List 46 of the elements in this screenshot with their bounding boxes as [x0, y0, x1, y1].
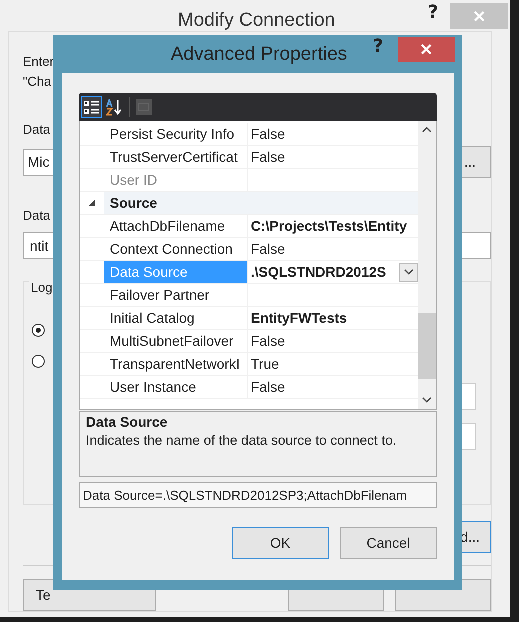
collapse-icon[interactable] [88, 199, 96, 207]
field-label: Data [23, 122, 50, 139]
field-label: Data [23, 208, 50, 225]
property-value[interactable]: EntityFWTests [251, 310, 348, 326]
property-value[interactable]: False [251, 149, 286, 165]
property-name[interactable]: User Instance [104, 376, 248, 398]
instruction-text: "Cha [23, 73, 52, 91]
help-button[interactable]: ? [373, 37, 384, 57]
property-value[interactable]: False [251, 241, 286, 257]
scroll-up-icon[interactable] [422, 127, 432, 133]
property-name[interactable]: Context Connection [104, 238, 248, 260]
property-name[interactable]: MultiSubnetFailover [104, 330, 248, 352]
property-name[interactable]: TransparentNetworkI [104, 353, 248, 375]
categorized-icon[interactable] [81, 96, 102, 118]
radio-button[interactable] [32, 324, 45, 337]
category-header[interactable]: Source [104, 192, 418, 214]
property-value[interactable]: True [251, 356, 280, 372]
instruction-text: Enter [23, 53, 54, 71]
dialog-button[interactable]: Cancel [340, 527, 437, 559]
help-button[interactable]: ? [428, 3, 438, 23]
scrollbar-thumb[interactable] [418, 313, 436, 379]
description-title: Data Source [86, 414, 168, 430]
connection-string-field[interactable]: Data Source=.\SQLSTNDRD2012SP3;AttachDbFilenam [79, 482, 437, 508]
property-name[interactable]: User ID [104, 169, 248, 191]
dropdown-button[interactable] [399, 262, 418, 282]
scrollbar[interactable] [418, 121, 436, 409]
window-title: Modify Connection [178, 10, 336, 32]
property-value[interactable]: C:\Projects\Tests\Entity [251, 218, 408, 234]
group-label: Log [29, 280, 55, 295]
chevron-down-icon[interactable] [404, 269, 414, 275]
close-icon[interactable] [421, 44, 432, 55]
close-button[interactable] [398, 37, 456, 62]
dialog-title: Advanced Properties [171, 44, 348, 66]
property-name[interactable]: Failover Partner [104, 284, 248, 306]
property-value[interactable]: False [251, 333, 286, 349]
property-name[interactable]: Persist Security Info [104, 123, 248, 145]
property-name[interactable]: TrustServerCertificat [104, 146, 248, 168]
property-value[interactable]: .\SQLSTNDRD2012S [251, 264, 386, 280]
property-name[interactable]: AttachDbFilename [104, 215, 248, 237]
scroll-down-icon[interactable] [422, 397, 432, 403]
radio-button[interactable] [32, 355, 45, 368]
property-value[interactable]: False [251, 379, 286, 395]
property-value[interactable]: False [251, 126, 286, 142]
property-name[interactable]: Initial Catalog [104, 307, 248, 329]
description-text: Indicates the name of the data source to connect to. [86, 433, 397, 448]
dialog-button[interactable]: OK [232, 527, 329, 559]
